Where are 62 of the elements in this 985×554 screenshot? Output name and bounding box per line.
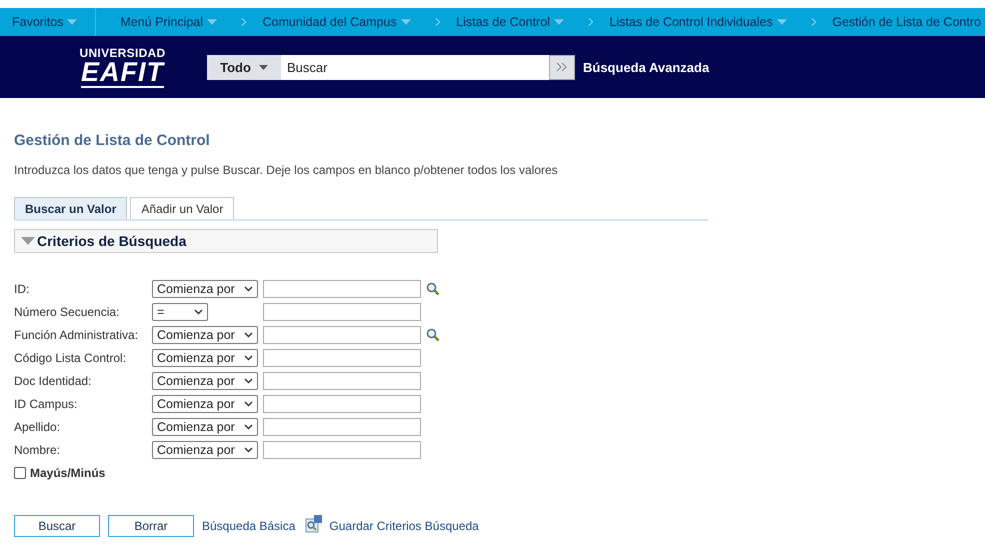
checkbox[interactable] (14, 467, 26, 479)
operator-dropdown[interactable]: Comienza por (152, 395, 258, 413)
section-header[interactable]: Criterios de Búsqueda (14, 229, 438, 253)
input-field[interactable] (263, 326, 421, 344)
save-search-icon[interactable] (305, 515, 324, 533)
page-title: Gestión de Lista de Control (14, 132, 211, 149)
breadcrumb-link[interactable]: Menú Principal (120, 15, 204, 29)
operator-dropdown[interactable]: Comienza por (152, 349, 258, 367)
field-label: ID Campus: (14, 397, 78, 411)
field-label: Apellido: (14, 420, 62, 434)
scope-dropdown[interactable]: Todo (207, 54, 281, 80)
search-icon[interactable] (426, 328, 440, 342)
action-button[interactable]: Buscar (14, 515, 100, 537)
caret-icon[interactable] (194, 309, 203, 315)
breadcrumb-link[interactable]: Gestión de Lista de Contro (832, 15, 981, 29)
caret-icon[interactable] (244, 424, 253, 430)
breadcrumb-link[interactable]: Listas de Control Individuales (609, 15, 773, 29)
caret-icon[interactable] (258, 64, 268, 70)
input-field[interactable] (263, 303, 421, 321)
operator-dropdown[interactable]: = (152, 303, 208, 321)
operator-dropdown[interactable]: Comienza por (152, 418, 258, 436)
action-button[interactable]: Borrar (108, 515, 194, 537)
tab[interactable]: Añadir un Valor (130, 197, 234, 219)
caret-icon[interactable] (244, 355, 253, 361)
caret-icon[interactable] (244, 401, 253, 407)
double-chevron-icon[interactable] (556, 62, 568, 72)
search-field[interactable]: Buscar (281, 54, 549, 80)
instructions-text: Introduzca los datos que tenga y pulse Buscar. Deje los campos en blanco p/obtener todos los valores (14, 163, 559, 177)
search-go-button[interactable] (549, 54, 575, 80)
operator-dropdown[interactable]: Comienza por (152, 441, 258, 459)
input-field[interactable] (263, 395, 421, 413)
caret-icon[interactable] (244, 447, 253, 453)
breadcrumb-link[interactable]: Listas de Control (456, 15, 550, 29)
input-field[interactable] (263, 418, 421, 436)
operator-dropdown[interactable]: Comienza por (152, 326, 258, 344)
input-field[interactable] (263, 372, 421, 390)
section-title: Criterios de Búsqueda (37, 233, 186, 249)
input-field[interactable] (263, 349, 421, 367)
page-link[interactable]: Búsqueda Básica (202, 519, 296, 533)
breadcrumb-link[interactable]: Favoritos (12, 15, 64, 29)
search-icon[interactable] (426, 282, 440, 296)
breadcrumb-link[interactable]: Comunidad del Campus (262, 15, 397, 29)
logo-text: EAFIT (81, 58, 164, 88)
caret-icon[interactable] (244, 378, 253, 384)
advanced-search-link[interactable]: Búsqueda Avanzada (583, 60, 710, 74)
operator-dropdown[interactable]: Comienza por (152, 372, 258, 390)
field-label: Código Lista Control: (14, 351, 128, 365)
field-label: ID: (14, 282, 30, 296)
checkbox-label: Mayús/Minús (30, 466, 106, 480)
caret-icon[interactable] (244, 286, 253, 292)
field-label: Número Secuencia: (14, 305, 120, 319)
field-label: Nombre: (14, 443, 62, 457)
logo-text: UNIVERSIDAD (80, 46, 166, 58)
caret-icon[interactable] (244, 332, 253, 338)
page-link[interactable]: Guardar Criterios Búsqueda (329, 519, 479, 533)
collapse-icon[interactable] (21, 237, 35, 245)
tab[interactable]: Buscar un Valor (14, 197, 128, 219)
input-field[interactable] (263, 441, 421, 459)
operator-dropdown[interactable]: Comienza por (152, 280, 258, 298)
field-label: Función Administrativa: (14, 328, 140, 342)
input-field[interactable] (263, 280, 421, 298)
field-label: Doc Identidad: (14, 374, 92, 388)
